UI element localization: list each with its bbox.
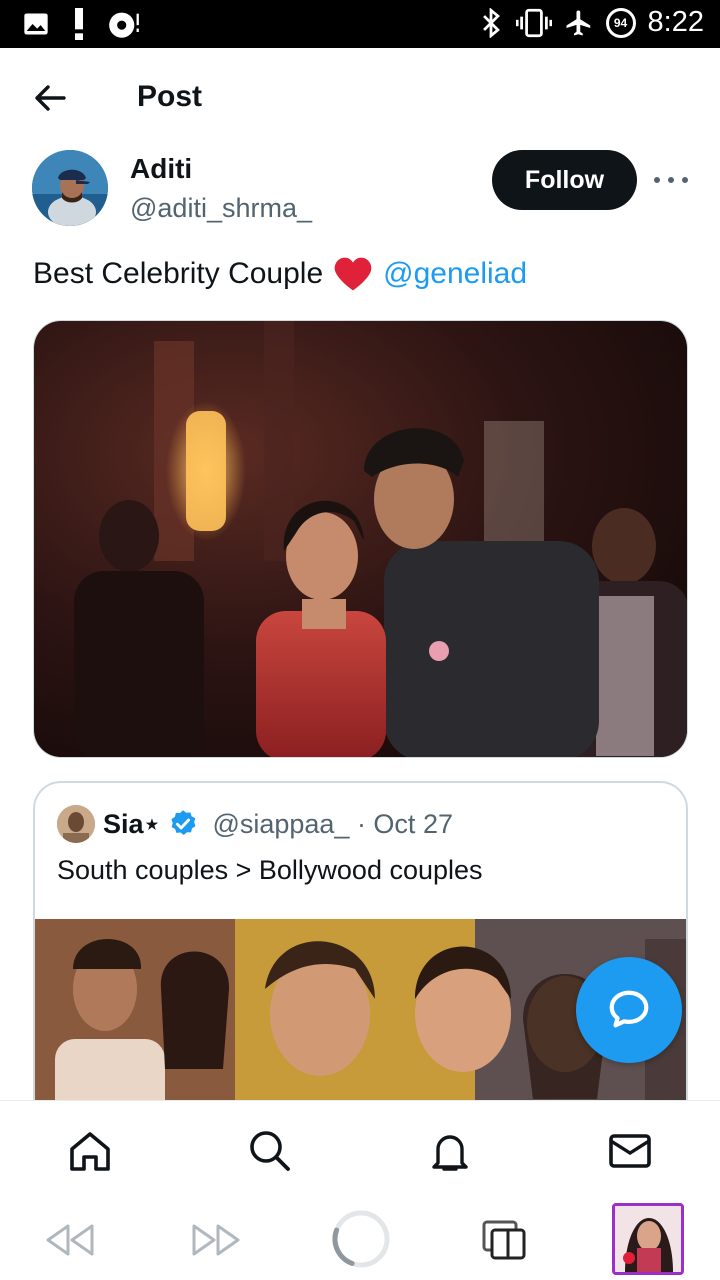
tabs-icon[interactable] bbox=[476, 1212, 532, 1268]
more-options-icon[interactable] bbox=[654, 166, 688, 194]
chat-bubble-icon bbox=[609, 990, 649, 1028]
post-body: Best Celebrity Couple bbox=[33, 257, 324, 290]
status-time: 8:22 bbox=[647, 6, 704, 38]
alert-icon bbox=[75, 8, 83, 40]
battery-icon: 94 bbox=[605, 7, 636, 38]
mention-link[interactable]: @geneliad bbox=[383, 257, 527, 291]
notifications-icon[interactable] bbox=[426, 1127, 474, 1175]
page-title: Post bbox=[137, 80, 203, 113]
quoted-avatar bbox=[57, 805, 95, 843]
bottom-navigation bbox=[0, 1100, 720, 1200]
loading-icon[interactable] bbox=[330, 1208, 392, 1270]
author-name[interactable]: Aditi bbox=[130, 153, 192, 185]
post-text: Best Celebrity Couple @geneliad bbox=[33, 256, 527, 292]
bluetooth-icon bbox=[482, 7, 500, 38]
airplane-icon bbox=[566, 10, 590, 35]
follow-button[interactable]: Follow bbox=[492, 150, 637, 210]
back-arrow-icon[interactable] bbox=[30, 78, 70, 118]
status-system: 94 8:22 bbox=[478, 6, 704, 39]
home-icon[interactable] bbox=[66, 1127, 114, 1175]
author-avatar[interactable] bbox=[32, 150, 108, 226]
quoted-tweet-header: Sia⋆ @siappaa_ · Oct 27 bbox=[57, 805, 453, 843]
quoted-author-name: Sia⋆ bbox=[103, 808, 161, 839]
quoted-handle-date: @siappaa_ · Oct 27 bbox=[212, 808, 453, 839]
search-icon[interactable] bbox=[246, 1127, 294, 1175]
quoted-text: South couples > Bollywood couples bbox=[57, 855, 483, 885]
media-disc-icon bbox=[109, 12, 139, 38]
post-header: Post bbox=[0, 48, 720, 144]
battery-level: 94 bbox=[613, 15, 628, 30]
compose-reply-button[interactable] bbox=[576, 957, 682, 1063]
heart-emoji bbox=[334, 257, 372, 291]
messages-icon[interactable] bbox=[606, 1127, 654, 1175]
author-handle[interactable]: @aditi_shrma_ bbox=[130, 193, 312, 224]
rewind-icon[interactable] bbox=[42, 1212, 98, 1268]
post-image[interactable] bbox=[33, 320, 688, 758]
status-notifications bbox=[22, 8, 140, 40]
status-bar: 94 8:22 bbox=[0, 0, 720, 48]
quoted-tweet[interactable]: Sia⋆ @siappaa_ · Oct 27 South couples > … bbox=[33, 781, 688, 1141]
verified-badge-icon bbox=[171, 810, 196, 835]
thumbnail[interactable] bbox=[612, 1203, 684, 1275]
fast-forward-icon[interactable] bbox=[188, 1212, 244, 1268]
vibrate-icon bbox=[515, 8, 552, 37]
image-icon bbox=[24, 13, 48, 35]
